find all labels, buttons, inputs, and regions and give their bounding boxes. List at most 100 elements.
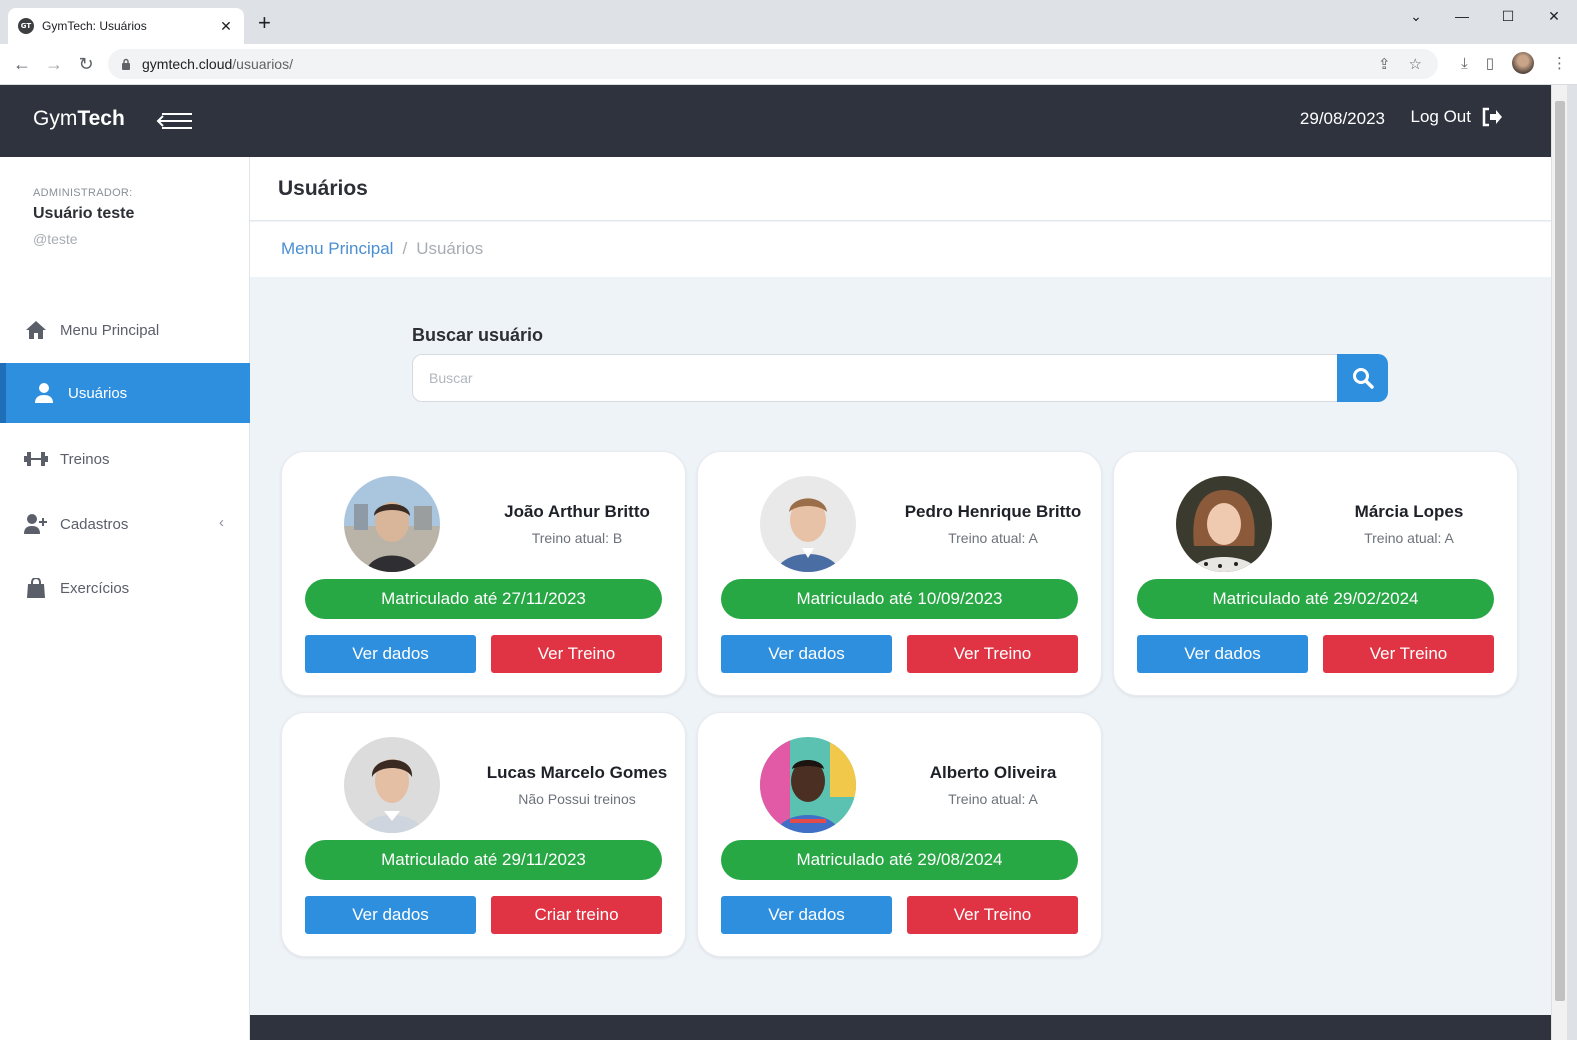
user-training: Treino atual: A [948,791,1038,807]
minimize-icon[interactable]: — [1439,0,1485,32]
forward-icon[interactable]: → [42,52,66,76]
user-avatar [344,476,440,572]
breadcrumb-home-link[interactable]: Menu Principal [281,239,393,259]
bag-icon [24,576,48,600]
user-training: Não Possui treinos [518,791,636,807]
page-title: Usuários [278,177,368,200]
url-host: gymtech.cloud [142,56,233,72]
view-training-button[interactable]: Ver Treino [907,635,1078,673]
breadcrumb-current: Usuários [416,239,484,258]
top-navbar: GymTech 29/08/2023 Log Out [0,85,1551,157]
breadcrumb-separator: / [402,239,408,258]
browser-menu-icon[interactable]: ⋮ [1552,54,1567,72]
current-date: 29/08/2023 [1299,109,1385,128]
enrollment-badge: Matriculado até 29/02/2024 [1137,579,1494,619]
footer [250,1015,1551,1040]
user-training: Treino atual: B [531,530,623,546]
search-icon [1352,368,1374,389]
search-input[interactable] [412,354,1338,402]
sidebar: ADMINISTRADOR: Usuário teste @teste Menu… [0,157,250,1040]
dumbbell-icon [24,447,48,471]
enrollment-badge: Matriculado até 27/11/2023 [305,579,662,619]
user-training: Treino atual: A [948,530,1038,546]
user-info: Lucas Marcelo Gomes Não Possui treinos [482,737,672,833]
user-name: Pedro Henrique Britto [904,502,1082,521]
admin-name: Usuário teste [33,205,135,222]
tab-close-icon[interactable]: ✕ [218,18,234,35]
browser-tab-strip: GT GymTech: Usuários ✕ + ⌄ — ☐ ✕ [0,0,1577,44]
user-plus-icon [24,512,48,536]
browser-tab[interactable]: GT GymTech: Usuários ✕ [8,8,244,44]
browser-toolbar: ← → ↻ gymtech.cloud/usuarios/ ⇪ ☆ ⤓ ▯ ⋮ [0,44,1577,85]
user-info: Alberto Oliveira Treino atual: A [898,737,1088,833]
window-controls: ⌄ — ☐ ✕ [1393,0,1577,32]
enrollment-badge: Matriculado até 29/11/2023 [305,840,662,880]
view-data-button[interactable]: Ver dados [305,635,476,673]
user-training: Treino atual: A [1364,530,1454,546]
user-icon [32,381,56,405]
sidebar-item-treinos[interactable]: Treinos [0,429,250,489]
view-data-button[interactable]: Ver dados [1137,635,1308,673]
address-bar[interactable]: gymtech.cloud/usuarios/ ⇪ ☆ [108,49,1438,79]
user-info: João Arthur Britto Treino atual: B [482,476,672,572]
view-training-button[interactable]: Ver Treino [1323,635,1494,673]
tab-title: GymTech: Usuários [42,19,147,33]
window-edge [1567,85,1577,1040]
sidebar-item-usuarios[interactable]: Usuários [0,363,250,423]
user-card: Alberto Oliveira Treino atual: A Matricu… [697,712,1102,957]
favicon-icon: GT [18,18,34,34]
user-avatar [760,737,856,833]
share-icon[interactable]: ⇪ [1378,55,1391,73]
chevron-left-icon: ‹ [219,514,224,531]
scrollbar-thumb[interactable] [1555,101,1565,1001]
sidebar-item-exercicios[interactable]: Exercícios [0,558,250,618]
user-info: Márcia Lopes Treino atual: A [1314,476,1504,572]
user-card: João Arthur Britto Treino atual: B Matri… [281,451,686,696]
user-info: Pedro Henrique Britto Treino atual: A [898,476,1088,572]
role-label: ADMINISTRADOR: [33,187,133,199]
reload-icon[interactable]: ↻ [74,52,98,76]
back-icon[interactable]: ← [10,52,34,76]
breadcrumb: Menu Principal / Usuários [281,239,483,259]
enrollment-badge: Matriculado até 10/09/2023 [721,579,1078,619]
view-data-button[interactable]: Ver dados [305,896,476,934]
brand-logo[interactable]: GymTech [33,107,125,131]
lock-icon [122,58,130,70]
user-avatar [344,737,440,833]
logout-button[interactable]: Log Out [1411,107,1504,127]
enrollment-badge: Matriculado até 29/08/2024 [721,840,1078,880]
sidebar-item-cadastros[interactable]: Cadastros ‹ [0,494,250,554]
user-avatar [760,476,856,572]
tab-search-icon[interactable]: ⌄ [1393,0,1439,32]
admin-handle: @teste [33,231,78,247]
user-name: Lucas Marcelo Gomes [486,763,668,782]
user-card: Lucas Marcelo Gomes Não Possui treinos M… [281,712,686,957]
sidebar-toggle-icon[interactable] [156,111,192,131]
maximize-icon[interactable]: ☐ [1485,0,1531,32]
view-training-button[interactable]: Ver Treino [491,635,662,673]
profile-avatar[interactable] [1512,52,1534,74]
user-name: Alberto Oliveira [929,763,1057,782]
new-tab-icon[interactable]: + [258,12,271,34]
user-card: Pedro Henrique Britto Treino atual: A Ma… [697,451,1102,696]
home-icon [24,318,48,342]
side-panel-icon[interactable]: ▯ [1486,54,1494,72]
view-data-button[interactable]: Ver dados [721,635,892,673]
bookmark-star-icon[interactable]: ☆ [1409,55,1422,73]
search-button[interactable] [1337,354,1388,402]
user-name: João Arthur Britto [504,502,650,521]
user-avatar [1176,476,1272,572]
view-training-button[interactable]: Ver Treino [907,896,1078,934]
breadcrumb-bar: Menu Principal / Usuários [250,222,1551,277]
close-window-icon[interactable]: ✕ [1531,0,1577,32]
user-name: Márcia Lopes [1354,502,1464,521]
view-data-button[interactable]: Ver dados [721,896,892,934]
user-card: Márcia Lopes Treino atual: A Matriculado… [1113,451,1518,696]
download-icon[interactable]: ⤓ [1461,55,1468,72]
sidebar-item-menu-principal[interactable]: Menu Principal [0,300,250,360]
search-label: Buscar usuário [412,325,544,345]
content-header: Usuários [250,157,1551,221]
page-scrollbar[interactable] [1551,85,1567,1040]
page: GymTech 29/08/2023 Log Out ADMINISTRADOR… [0,85,1551,1040]
create-training-button[interactable]: Criar treino [491,896,662,934]
